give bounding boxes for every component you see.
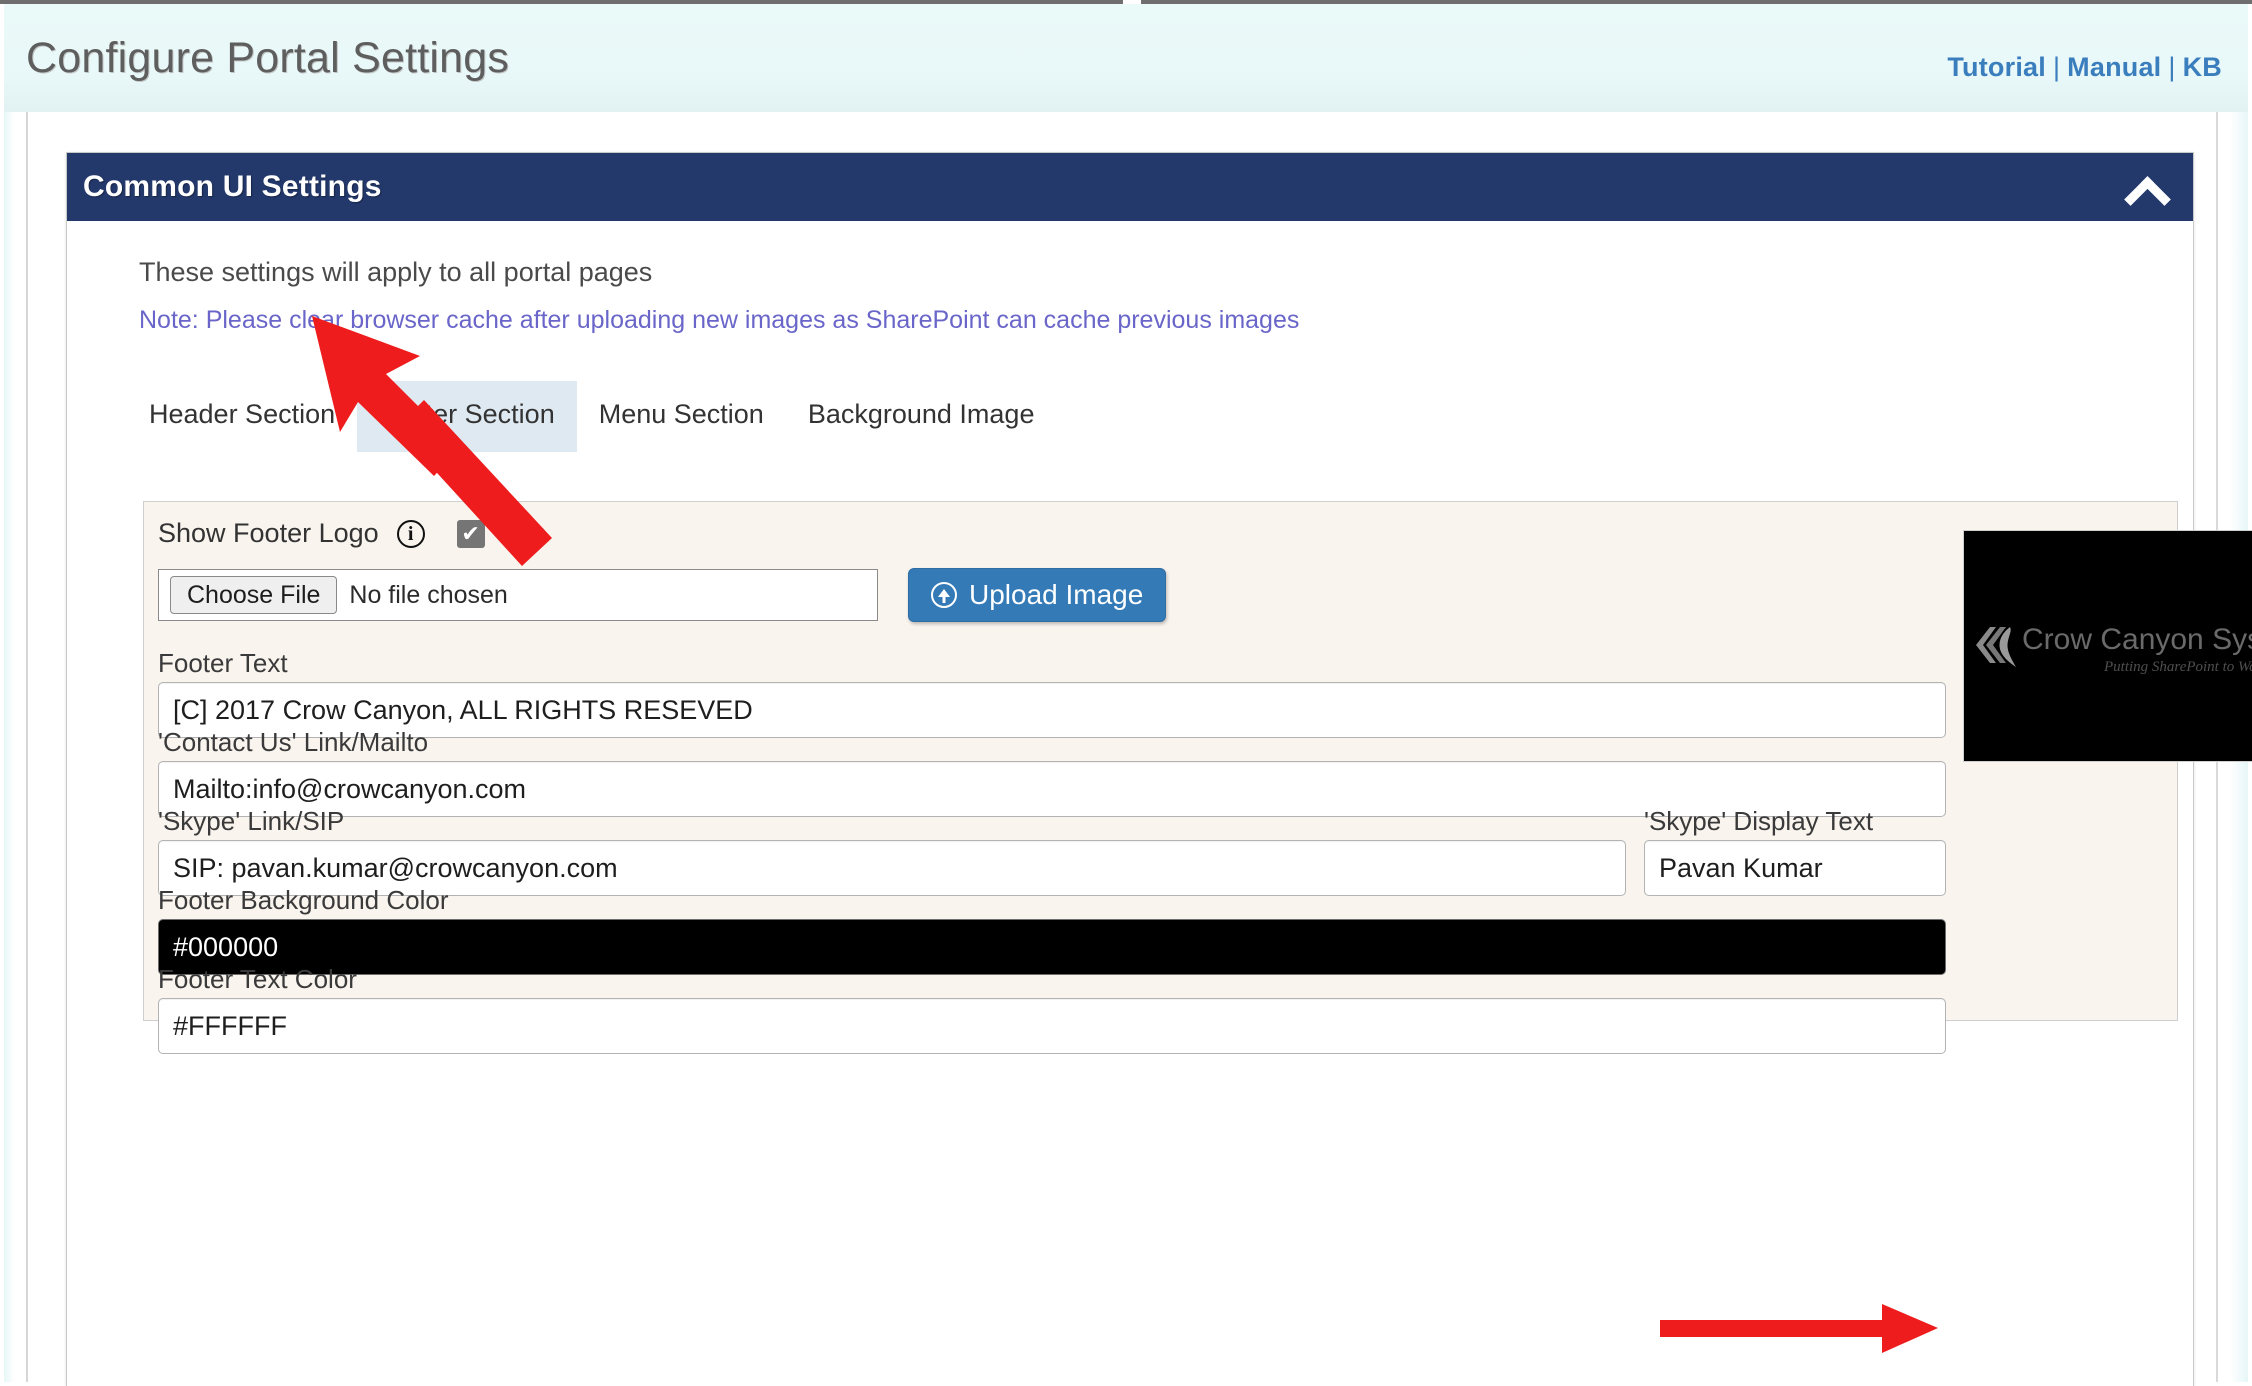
tab-background-image[interactable]: Background Image: [786, 381, 1057, 452]
cache-note-text: Note: Please clear browser cache after u…: [139, 306, 1300, 334]
file-input[interactable]: Choose File No file chosen: [158, 569, 878, 621]
logo-file-row: Choose File No file chosen Upload Image: [158, 568, 1167, 622]
logo-tagline-text: Putting SharePoint to Work: [2104, 659, 2252, 675]
show-footer-logo-label: Show Footer Logo: [158, 518, 379, 548]
logo-brand-text: Crow Canyon Systems: [2022, 623, 2252, 656]
page-title: Configure Portal Settings: [26, 34, 510, 82]
file-chosen-status: No file chosen: [349, 580, 508, 609]
footer-settings-panel: Show Footer Logo i Choose File No file c…: [143, 501, 2252, 1054]
skype-display-text-label: 'Skype' Display Text: [1644, 806, 1874, 836]
show-footer-logo-checkbox[interactable]: [456, 519, 485, 548]
footer-logo-preview: Crow Canyon Systems Putting SharePoint t…: [1963, 530, 2252, 762]
card-body: These settings will apply to all portal …: [67, 221, 2193, 335]
footer-text-color-label: Footer Text Color: [158, 964, 357, 994]
tab-menu-section[interactable]: Menu Section: [577, 381, 786, 452]
footer-background-color-input[interactable]: #000000: [158, 919, 1946, 975]
section-tabs: Header Section Footer Section Menu Secti…: [127, 381, 1056, 452]
card-header: Common UI Settings: [67, 153, 2193, 221]
page-title-band: Configure Portal Settings Tutorial | Manua…: [4, 4, 2248, 112]
footer-text-color-input[interactable]: #FFFFFF: [158, 998, 1946, 1054]
show-footer-logo-row: Show Footer Logo i: [158, 518, 485, 549]
kb-link[interactable]: KB: [2183, 52, 2222, 82]
tab-footer-section[interactable]: Footer Section: [357, 381, 577, 452]
upload-image-button[interactable]: Upload Image: [908, 568, 1167, 622]
skype-link-label: 'Skype' Link/SIP: [158, 806, 345, 836]
skype-display-text-input[interactable]: Pavan Kumar: [1644, 840, 1946, 896]
link-separator-1: |: [2052, 52, 2061, 82]
contact-us-link-label: 'Contact Us' Link/Mailto: [158, 727, 429, 757]
tutorial-link[interactable]: Tutorial: [1947, 52, 2046, 82]
link-separator-2: |: [2168, 52, 2176, 82]
footer-text-label: Footer Text: [158, 648, 288, 678]
upload-image-label: Upload Image: [969, 579, 1144, 610]
chevron-up-icon[interactable]: [2125, 172, 2167, 202]
crow-canyon-logo-mark: [1976, 627, 2016, 667]
upload-icon: [931, 582, 957, 608]
page-border-left: [26, 112, 28, 1382]
common-ui-settings-card: Common UI Settings These settings will a…: [66, 152, 2252, 1386]
info-icon[interactable]: i: [396, 519, 425, 548]
card-header-title: Common UI Settings: [83, 170, 382, 203]
footer-background-color-label: Footer Background Color: [158, 885, 449, 915]
page-left-gutter: [4, 112, 14, 1382]
tab-header-section[interactable]: Header Section: [127, 381, 357, 452]
screenshot-root: Configure Portal Settings Tutorial | Manua…: [0, 0, 2252, 1386]
manual-link[interactable]: Manual: [2067, 52, 2161, 82]
intro-text: These settings will apply to all portal …: [139, 257, 653, 287]
choose-file-button[interactable]: Choose File: [170, 576, 338, 614]
help-links: Tutorial | Manual | KB: [1947, 52, 2222, 83]
